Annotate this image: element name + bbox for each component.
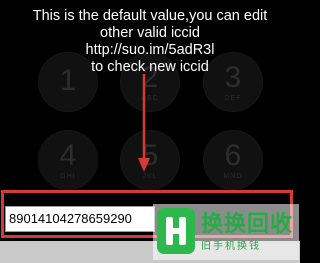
annotation-line: This is the default value,you can edit (32, 8, 268, 24)
key-letters: MNO (223, 172, 243, 180)
annotation-line: other valid iccid (100, 25, 200, 41)
key-number: 6 (224, 138, 242, 172)
key-letters: DEF (224, 94, 242, 102)
down-arrow-icon (138, 74, 150, 172)
watermark-subtitle: 旧手机换钱 (201, 241, 261, 252)
annotation-text: This is the default value,you can edit o… (0, 8, 300, 76)
hh-logo-icon (157, 208, 195, 254)
annotation-link: http://suo.im/5adR3l (85, 42, 215, 58)
iccid-input[interactable]: 89014104278659290 (5, 206, 155, 232)
watermark-title: 换换回收 (201, 212, 294, 237)
key-letters: GHI (60, 172, 76, 180)
keypad-key-6[interactable]: 6 MNO (203, 130, 263, 190)
watermark: 换换回收 旧手机换钱 (153, 204, 299, 260)
key-number: 4 (59, 138, 77, 172)
keypad-key-4[interactable]: 4 GHI (38, 130, 98, 190)
